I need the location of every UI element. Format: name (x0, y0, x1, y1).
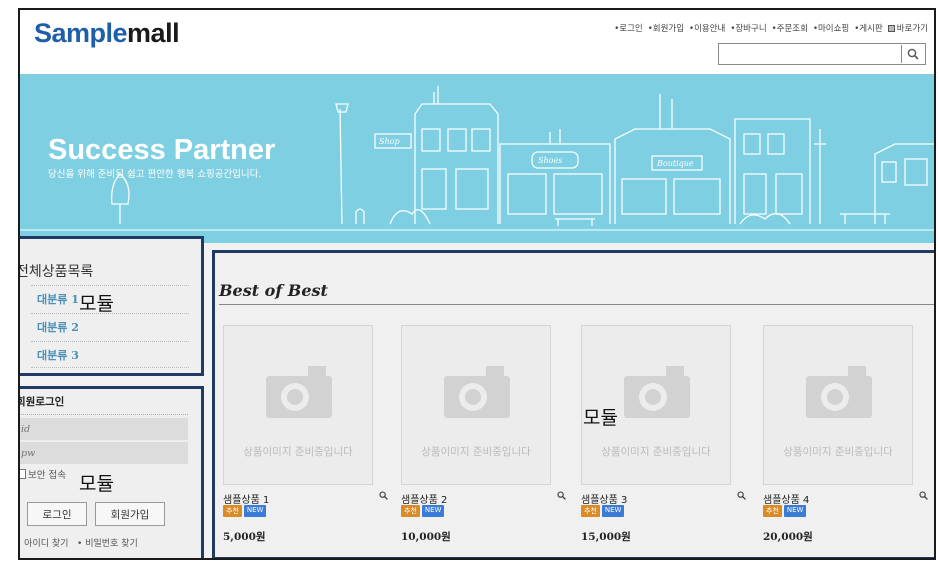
zoom-icon[interactable] (919, 491, 928, 500)
product-image[interactable]: 상품이미지 준비중입니다 (223, 325, 373, 485)
product-card[interactable]: 상품이미지 준비중입니다 샘플상품 4 추천 NEW 20,000원 (763, 325, 929, 543)
secure-label: 보안 접속 (28, 470, 66, 481)
badge-new: NEW (783, 505, 807, 517)
nav-order[interactable]: •주문조회 (772, 22, 808, 34)
badge-recommended: 추천 (223, 505, 242, 517)
product-name[interactable]: 샘플상품 1 (223, 491, 269, 506)
logo-prefix: Sample (34, 18, 128, 48)
module-label-login: 모듈 (79, 473, 114, 495)
image-placeholder: 상품이미지 준비중입니다 (601, 446, 711, 458)
nav-guide[interactable]: •이용안내 (689, 22, 725, 34)
password-field[interactable] (20, 442, 188, 464)
top-navigation: •로그인 •회원가입 •이용안내 •장바구니 •주문조회 •마이쇼핑 •게시판 … (614, 22, 928, 34)
product-card[interactable]: 상품이미지 준비중입니다 샘플상품 2 추천 NEW 10,000원 (401, 325, 567, 543)
product-name[interactable]: 샘플상품 2 (401, 491, 447, 506)
login-button[interactable]: 로그인 (27, 502, 87, 526)
find-password-link[interactable]: • 비밀번호 찾기 (77, 539, 138, 549)
module-label-products: 모듈 (583, 407, 618, 429)
badge-new: NEW (421, 505, 445, 517)
camera-icon (444, 366, 510, 418)
badge-group: 추천 NEW (763, 505, 807, 517)
search-box (718, 43, 926, 67)
logo-suffix: mall (127, 18, 180, 48)
shortcut-icon (887, 25, 895, 32)
badge-recommended: 추천 (581, 505, 600, 517)
divider (20, 414, 188, 415)
product-price: 20,000원 (763, 531, 813, 543)
badge-group: 추천 NEW (581, 505, 625, 517)
nav-board[interactable]: •게시판 (854, 22, 882, 34)
nav-shortcut[interactable]: 바로가기 (887, 22, 928, 34)
nav-myshop[interactable]: •마이쇼핑 (813, 22, 849, 34)
sign-shoes: Shoes (538, 156, 562, 165)
zoom-icon[interactable] (557, 491, 566, 500)
section-title: Best of Best (219, 281, 328, 300)
product-name[interactable]: 샘플상품 3 (581, 491, 627, 506)
product-price: 10,000원 (401, 531, 451, 543)
nav-join[interactable]: •회원가입 (648, 22, 684, 34)
divider (219, 304, 934, 305)
badge-group: 추천 NEW (223, 505, 267, 517)
find-id-link[interactable]: • 아이디 찾기 (20, 539, 68, 549)
badge-recommended: 추천 (401, 505, 420, 517)
camera-icon (806, 366, 872, 418)
badge-group: 추천 NEW (401, 505, 445, 517)
category-item-1[interactable]: 대분류 1 (37, 291, 79, 307)
divider (31, 367, 189, 368)
main-banner[interactable]: Shop Shoes Boutique Success Partner 당신을 … (20, 74, 934, 243)
divider (31, 341, 189, 342)
banner-title: Success Partner (48, 134, 276, 166)
badge-recommended: 추천 (763, 505, 782, 517)
sign-shop: Shop (379, 137, 400, 146)
page-frame: Samplemall •로그인 •회원가입 •이용안내 •장바구니 •주문조회 … (18, 8, 936, 560)
category-item-3[interactable]: 대분류 3 (37, 347, 79, 363)
category-item-2[interactable]: 대분류 2 (37, 319, 79, 335)
nav-login[interactable]: •로그인 (614, 22, 642, 34)
category-module: 전체상품목록 대분류 1 대분류 2 대분류 3 모듈 (18, 236, 204, 376)
product-card[interactable]: 상품이미지 준비중입니다 샘플상품 1 추천 NEW 5,000원 (223, 325, 389, 543)
camera-icon (266, 366, 332, 418)
product-price: 5,000원 (223, 531, 266, 543)
category-title: 전체상품목록 (18, 264, 94, 280)
search-icon (907, 48, 919, 60)
product-price: 15,000원 (581, 531, 631, 543)
login-module: 회원로그인 보안 접속 로그인 회원가입 • 아이디 찾기 • 비밀번호 찾기 … (18, 386, 204, 558)
badge-new: NEW (243, 505, 267, 517)
join-button[interactable]: 회원가입 (95, 502, 165, 526)
search-input[interactable] (719, 46, 899, 67)
sign-boutique: Boutique (656, 159, 694, 168)
badge-new: NEW (601, 505, 625, 517)
search-button[interactable] (901, 45, 923, 63)
image-placeholder: 상품이미지 준비중입니다 (243, 446, 353, 458)
product-image[interactable]: 상품이미지 준비중입니다 (401, 325, 551, 485)
zoom-icon[interactable] (379, 491, 388, 500)
product-module: Best of Best 상품이미지 준비중입니다 샘플상품 1 추천 NEW 5… (212, 250, 934, 558)
image-placeholder: 상품이미지 준비중입니다 (421, 446, 531, 458)
logo[interactable]: Samplemall (34, 18, 180, 49)
login-title: 회원로그인 (18, 396, 65, 408)
divider (31, 285, 189, 286)
id-field[interactable] (20, 418, 188, 440)
secure-login-toggle[interactable]: 보안 접속 (20, 467, 66, 481)
secure-checkbox[interactable] (20, 469, 26, 479)
product-name[interactable]: 샘플상품 4 (763, 491, 809, 506)
product-image[interactable]: 상품이미지 준비중입니다 (763, 325, 913, 485)
camera-icon (624, 366, 690, 418)
module-label-category: 모듈 (79, 293, 114, 315)
nav-cart[interactable]: •장바구니 (730, 22, 766, 34)
image-placeholder: 상품이미지 준비중입니다 (783, 446, 893, 458)
zoom-icon[interactable] (737, 491, 746, 500)
find-links: • 아이디 찾기 • 비밀번호 찾기 (20, 536, 138, 549)
banner-subtitle: 당신을 위해 준비된 쉽고 편안한 행복 쇼핑공간입니다. (48, 169, 262, 180)
